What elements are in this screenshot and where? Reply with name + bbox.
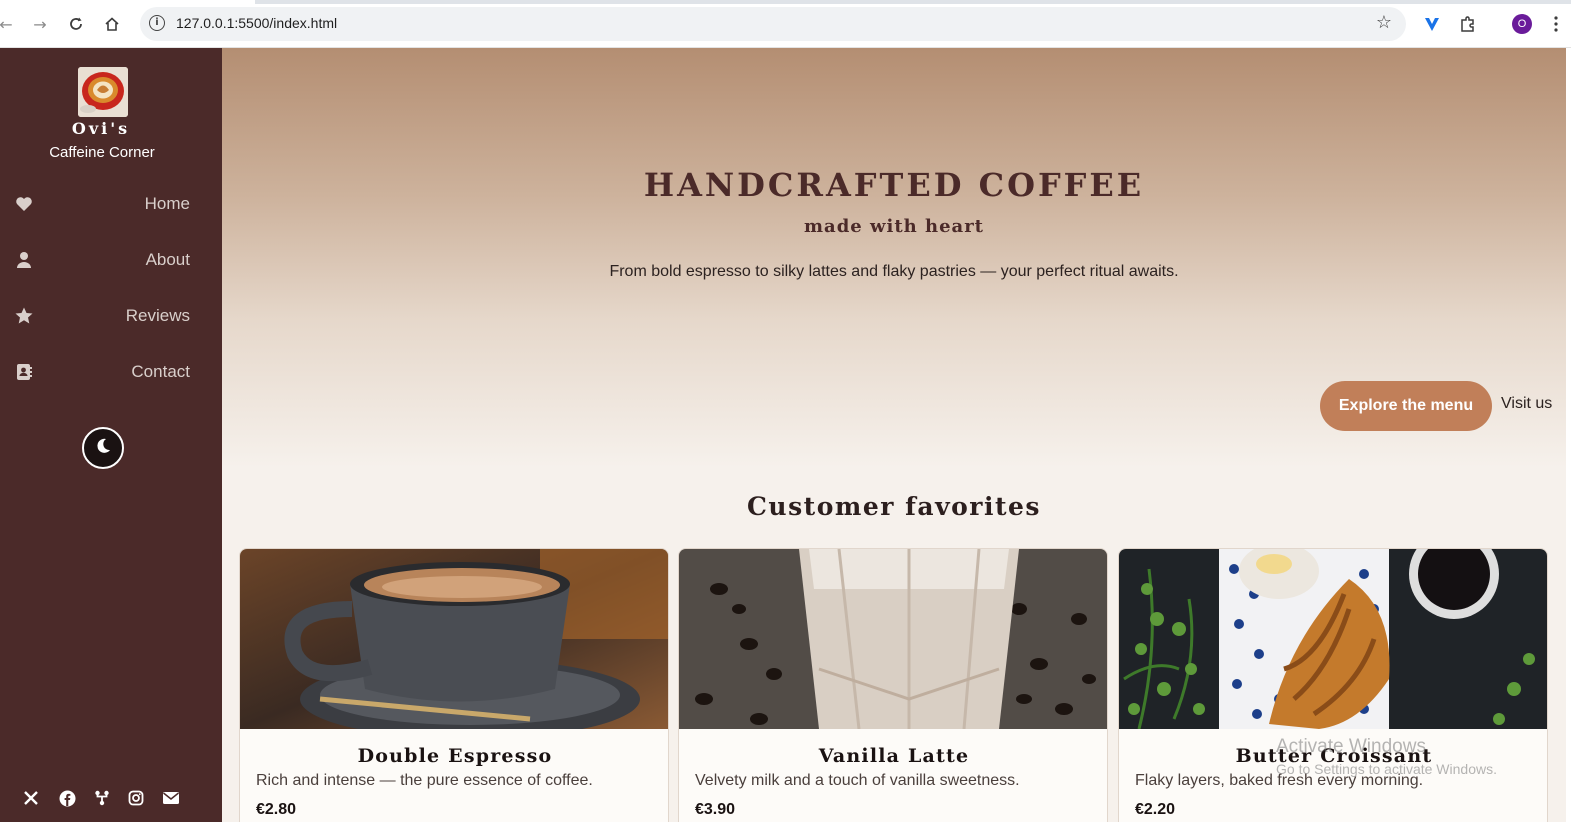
- back-icon[interactable]: ←: [0, 12, 18, 36]
- extension-icon[interactable]: [1420, 12, 1444, 36]
- address-bar[interactable]: i 127.0.0.1:5500/index.html ☆: [140, 7, 1406, 41]
- forward-icon[interactable]: →: [28, 12, 52, 36]
- brand-logo[interactable]: [78, 67, 128, 117]
- product-card[interactable]: Vanilla Latte Velvety milk and a touch o…: [678, 548, 1108, 822]
- activate-windows-title: Activate Windows: [1276, 736, 1426, 757]
- contact-book-icon: [14, 362, 34, 382]
- menu-dots-icon[interactable]: [1546, 12, 1566, 36]
- bookmark-star-icon[interactable]: ☆: [1376, 12, 1392, 33]
- product-description: Velvety milk and a touch of vanilla swee…: [695, 772, 1020, 789]
- product-price: €2.80: [256, 801, 297, 818]
- sidebar-item-label: Contact: [131, 362, 190, 381]
- instagram-icon[interactable]: [126, 788, 146, 808]
- product-name: Vanilla Latte: [818, 745, 970, 767]
- active-tab-indicator[interactable]: [0, 0, 255, 4]
- brand-subtitle: Caffeine Corner: [49, 144, 155, 161]
- activate-windows-hint: Go to Settings to activate Windows.: [1276, 761, 1497, 777]
- croissant-photo: [1119, 549, 1547, 730]
- latte-photo: [679, 549, 1107, 730]
- favorites-title: Customer favorites: [747, 492, 1041, 521]
- sidebar-item-home[interactable]: Home: [0, 182, 222, 226]
- url-text[interactable]: 127.0.0.1:5500/index.html: [176, 15, 337, 31]
- sidebar-item-label: About: [145, 250, 190, 269]
- product-card[interactable]: Double Espresso Rich and intense — the p…: [239, 548, 669, 822]
- product-description: Rich and intense — the pure essence of c…: [256, 772, 593, 789]
- visit-us-link[interactable]: Visit us: [1501, 395, 1552, 413]
- heart-icon: [14, 194, 34, 214]
- sidebar-item-about[interactable]: About: [0, 238, 222, 282]
- hero-subtitle: made with heart: [803, 216, 984, 237]
- brand-name: Ovi's: [71, 119, 131, 138]
- hero-section: HANDCRAFTED COFFEE made with heart From …: [222, 48, 1566, 468]
- star-icon: [14, 306, 34, 326]
- main-content: HANDCRAFTED COFFEE made with heart From …: [222, 48, 1566, 822]
- sidebar-item-label: Home: [144, 194, 190, 213]
- x-icon[interactable]: [21, 788, 41, 808]
- extensions-puzzle-icon[interactable]: [1456, 12, 1480, 36]
- hero-title: HANDCRAFTED COFFEE: [643, 166, 1145, 204]
- product-price: €3.90: [695, 801, 736, 818]
- espresso-photo: [240, 549, 668, 739]
- profile-avatar[interactable]: O: [1512, 14, 1532, 34]
- theme-toggle-button[interactable]: [82, 427, 124, 469]
- page-scroll-edge: [1566, 48, 1571, 822]
- hero-description: From bold espresso to silky lattes and f…: [609, 263, 1179, 280]
- sidebar-item-contact[interactable]: Contact: [0, 350, 222, 394]
- mail-icon[interactable]: [161, 788, 181, 808]
- user-icon: [14, 250, 34, 270]
- fork-icon[interactable]: [92, 788, 112, 808]
- explore-menu-button[interactable]: Explore the menu: [1320, 381, 1492, 431]
- home-icon[interactable]: [100, 12, 124, 36]
- browser-toolbar: ← → i 127.0.0.1:5500/index.html ☆ O: [0, 0, 1571, 48]
- moon-icon: [94, 437, 112, 459]
- site-info-icon[interactable]: i: [149, 15, 165, 31]
- sidebar-item-reviews[interactable]: Reviews: [0, 294, 222, 338]
- product-card[interactable]: Butter Croissant Flaky layers, baked fre…: [1118, 548, 1548, 822]
- sidebar: Ovi's Caffeine Corner Home About Reviews…: [0, 48, 222, 822]
- reload-icon[interactable]: [64, 12, 88, 36]
- facebook-icon[interactable]: [57, 788, 77, 808]
- product-name: Double Espresso: [357, 745, 553, 767]
- sidebar-item-label: Reviews: [125, 306, 190, 325]
- product-price: €2.20: [1135, 801, 1176, 818]
